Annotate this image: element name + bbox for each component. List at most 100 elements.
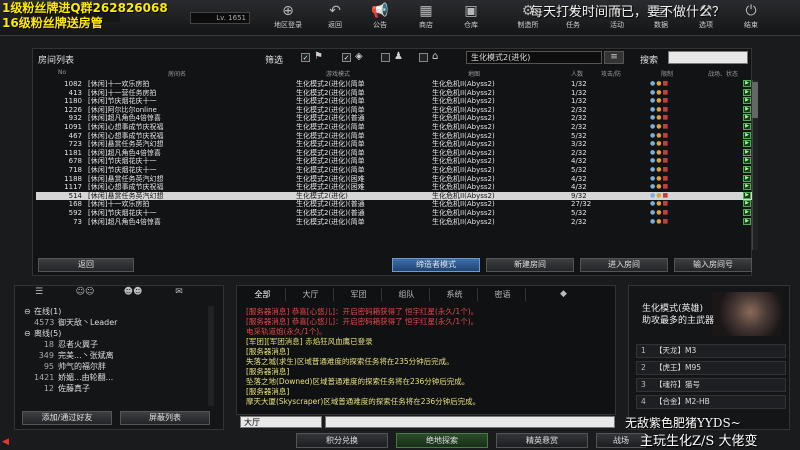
friend-group-online[interactable]: ⊖ 在线(1) xyxy=(22,306,212,317)
cube-icon: ◈ xyxy=(355,51,363,62)
table-row[interactable]: 723 [休闲]悬赏任务英汽幻想 生化模式2(进化)(简单 生化危机II(Abyss2… xyxy=(36,140,752,149)
filter-checkbox-1[interactable]: ✓ xyxy=(301,53,310,62)
table-row[interactable]: 1091 [休闲]心想事成节庆祝福 生化模式2(进化)(简单 生化危机II(Abyss… xyxy=(36,122,752,132)
friend-group-offline[interactable]: ⊖ 离线(5) xyxy=(22,328,212,339)
chat-tab[interactable]: 密语 xyxy=(480,288,526,301)
nav-button-0[interactable]: ⊕ 地区登录 xyxy=(268,2,308,34)
back-button[interactable]: 返回 xyxy=(38,258,134,272)
diamond-icon[interactable]: ◆ xyxy=(560,289,567,299)
chat-channel-select[interactable]: 大厅 xyxy=(240,416,322,428)
cell-no: 1180 xyxy=(64,97,82,106)
chat-tab[interactable]: 组队 xyxy=(384,288,430,301)
new-room-button[interactable]: 新建房间 xyxy=(486,258,574,272)
nav-label: 公告 xyxy=(373,21,387,29)
list-item[interactable]: 1421 娇媚...由轮翻... xyxy=(22,372,212,383)
tab-mail[interactable]: ✉ xyxy=(156,287,202,301)
cell-map: 生化危机II(Abyss2) xyxy=(432,88,495,97)
table-row[interactable]: 1117 [休闲]心想事成节庆祝福 生化模式2(进化)(困难 生化危机II(Abyss… xyxy=(36,183,752,192)
search-input[interactable] xyxy=(668,51,748,64)
cell-mode: 生化模式2(进化)(简单 xyxy=(296,165,365,174)
col-map: 地图 xyxy=(468,71,481,78)
room-list-scroll-thumb[interactable] xyxy=(752,82,758,118)
mission-row[interactable]: 2 【虎王】M95 xyxy=(636,361,786,375)
online-friends: 4573 御天敌丶Leader xyxy=(22,317,212,328)
friend-name: 御天敌丶Leader xyxy=(58,318,118,327)
cell-map: 生化危机II(Abyss2) xyxy=(432,200,495,209)
table-row[interactable]: 1082 [休闲]十一欢乐房拍 生化模式2(进化)(简单 生化危机II(Abyss2)… xyxy=(36,80,752,89)
cell-name: [休闲]十一营任务房拍 xyxy=(88,88,157,97)
points-exchange-button[interactable]: 积分兑换 xyxy=(296,433,388,448)
speaker-icon[interactable]: ◀ xyxy=(2,437,9,447)
col-state: 攻击/防 xyxy=(601,71,622,78)
cell-count: 1/32 xyxy=(571,97,587,106)
list-item[interactable]: 95 帅气的福尔胖 xyxy=(22,361,212,372)
list-item[interactable]: 12 佐藤真子 xyxy=(22,383,212,394)
col-limit: 限制 xyxy=(661,71,674,78)
nav-button-2[interactable]: 📢 公告 xyxy=(360,2,400,34)
chat-message: 坠落之地(Downed)区域普通难度的探索任务将在236分钟后完成。 xyxy=(246,377,470,386)
table-row[interactable]: 678 [休闲]节庆烟花庆十一 生化模式2(进化)(简单 生化危机II(Abyss2)… xyxy=(36,157,752,166)
chat-input[interactable] xyxy=(325,416,615,428)
elite-bounty-button[interactable]: 精英悬赏 xyxy=(496,433,588,448)
table-row[interactable]: 1180 [休闲]节庆烟花庆十一 生化模式2(进化)(简单 生化危机II(Abyss2… xyxy=(36,97,752,106)
table-row[interactable]: 73 [休闲]超凡角色4倍惊喜 生化模式2(进化)(简单 生化危机II(Abyss2)… xyxy=(36,217,752,227)
mode-select[interactable]: 生化模式2(进化) xyxy=(466,51,602,64)
nav-button-3[interactable]: ▦ 商店 xyxy=(406,2,446,34)
chat-tab[interactable]: 军团 xyxy=(336,288,382,301)
mission-row[interactable]: 3 【魂符】猫号 xyxy=(636,378,786,392)
tab-group[interactable]: ☻☻ xyxy=(110,287,156,301)
table-row[interactable]: 1188 [休闲]悬赏任务英汽幻想 生化模式2(进化)(困难 生化危机II(Abyss… xyxy=(36,174,752,184)
list-item[interactable]: 349 完美...丶张斌离 xyxy=(22,350,212,361)
filter-checkbox-3[interactable] xyxy=(381,53,390,62)
friend-name: 佐藤真子 xyxy=(58,384,90,393)
play-icon: ▶ xyxy=(743,165,751,173)
cell-count: 4/32 xyxy=(571,174,587,183)
chat-tab[interactable]: 全部 xyxy=(240,288,286,301)
nav-button-1[interactable]: ↶ 返回 xyxy=(315,2,355,34)
table-row[interactable]: 592 [休闲]节庆烟花庆十一 生化模式2(进化)(普通 生化危机II(Abyss2)… xyxy=(36,208,752,218)
col-count: 人数 xyxy=(571,71,584,78)
tab-friends[interactable]: ☰ xyxy=(16,287,62,301)
friend-list-scrollbar[interactable] xyxy=(208,306,214,406)
restriction-icons: ●●■ xyxy=(650,217,670,225)
table-row[interactable]: 168 [休闲]十一欢乐房拍 生化模式2(进化)(普通 生化危机II(Abyss2) 2… xyxy=(36,200,752,209)
chat-tab[interactable]: 大厅 xyxy=(288,288,334,301)
nav-button-4[interactable]: ▣ 仓库 xyxy=(451,2,491,34)
enter-room-number-button[interactable]: 输入房间号 xyxy=(674,258,752,272)
play-icon: ▶ xyxy=(743,105,751,113)
nav-button-10[interactable]: ⏻ 结束 xyxy=(731,2,771,34)
restriction-icons: ●●■ xyxy=(650,88,670,96)
explore-button[interactable]: 绝地探索 xyxy=(396,433,488,448)
cell-no: 1082 xyxy=(64,80,82,88)
chat-tab[interactable]: 系统 xyxy=(432,288,478,301)
enter-room-button[interactable]: 进入房间 xyxy=(580,258,668,272)
cell-mode: 生化模式2(进化)(简单 xyxy=(296,131,365,140)
play-icon: ▶ xyxy=(743,148,751,156)
table-row[interactable]: 467 [休闲]心想事成节庆祝福 生化模式2(进化)(简单 生化危机II(Abyss2… xyxy=(36,131,752,141)
filter-checkbox-2[interactable]: ✓ xyxy=(342,53,351,62)
creator-mode-button[interactable]: 缔造者模式 xyxy=(392,258,480,272)
collapse-icon: ⊖ xyxy=(24,307,31,316)
filter-checkbox-4[interactable] xyxy=(419,53,428,62)
mission-index: 2 xyxy=(641,363,646,372)
col-no: No xyxy=(58,69,67,76)
friend-level: 18 xyxy=(43,340,54,349)
mission-row[interactable]: 1 【天龙】M3 xyxy=(636,344,786,358)
list-item[interactable]: 18 忍者火翼子 xyxy=(22,339,212,350)
table-row[interactable]: 932 [休闲]超凡角色4倍惊喜 生化模式2(进化)(普通 生化危机II(Abyss2… xyxy=(36,114,752,123)
cell-count: 5/32 xyxy=(571,208,587,217)
cell-no: 678 xyxy=(68,157,82,166)
mission-index: 3 xyxy=(641,380,646,389)
table-row[interactable]: 413 [休闲]十一营任务房拍 生化模式2(进化)(简单 生化危机II(Abyss2)… xyxy=(36,88,752,98)
battlefield-button[interactable]: 战场 xyxy=(596,433,646,448)
col-name: 房间名 xyxy=(168,71,187,78)
mission-row[interactable]: 4 【合金】M2-HB xyxy=(636,395,786,409)
menu-icon[interactable]: ≡ xyxy=(604,51,624,64)
tab-clan-friends[interactable]: ☺☺ xyxy=(62,287,108,301)
block-list-button[interactable]: 屏蔽列表 xyxy=(120,411,210,425)
nav-label: 仓库 xyxy=(464,21,478,29)
table-row[interactable]: 718 [休闲]节庆烟花庆十一 生化模式2(进化)(简单 生化危机II(Abyss2)… xyxy=(36,165,752,175)
add-friend-button[interactable]: 添加/通过好友 xyxy=(22,411,112,425)
cell-no: 168 xyxy=(68,200,82,209)
list-item[interactable]: 4573 御天敌丶Leader xyxy=(22,317,212,328)
